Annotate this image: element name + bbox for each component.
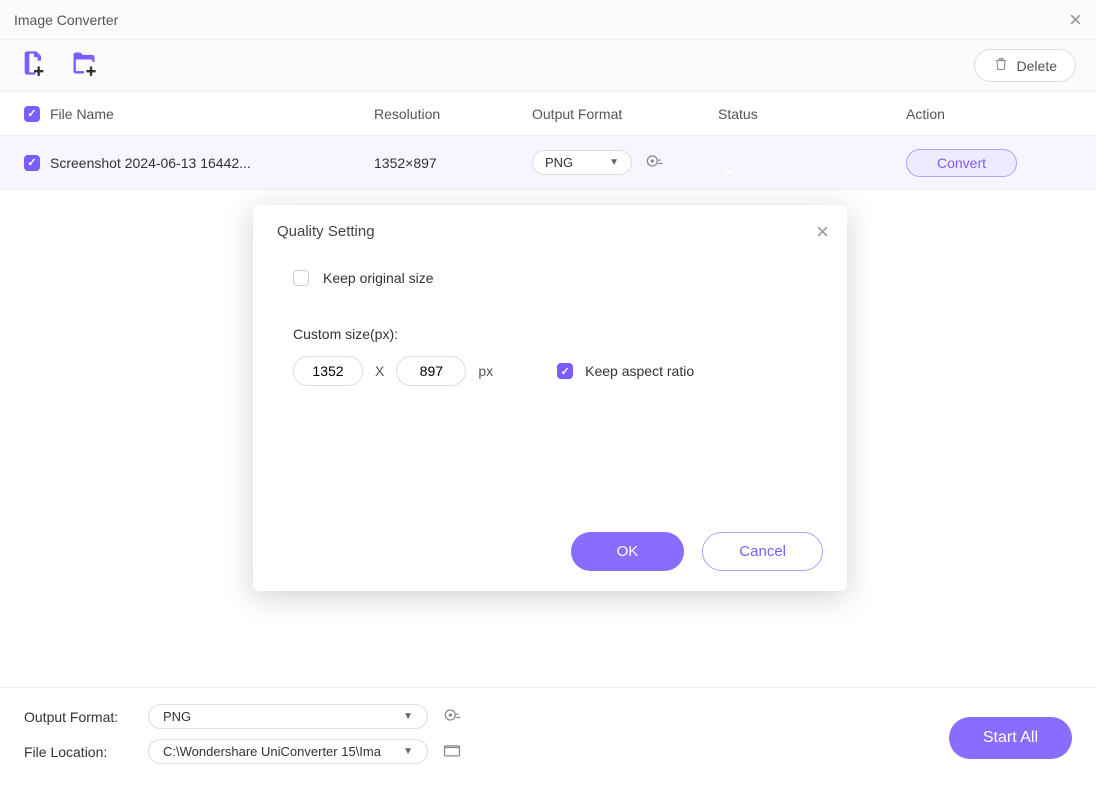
delete-button[interactable]: Delete xyxy=(974,49,1076,82)
keep-ratio-checkbox[interactable] xyxy=(557,363,573,379)
x-separator: X xyxy=(375,363,384,379)
output-format-select[interactable]: PNG ▼ xyxy=(148,704,428,729)
close-icon[interactable]: × xyxy=(1069,7,1082,33)
chevron-down-icon: ▼ xyxy=(403,746,413,757)
table-header: File Name Resolution Output Format Statu… xyxy=(0,92,1096,136)
trash-icon xyxy=(993,56,1009,75)
open-folder-icon[interactable] xyxy=(442,740,462,763)
add-folder-icon[interactable] xyxy=(70,49,98,82)
height-input[interactable] xyxy=(396,356,466,386)
convert-button[interactable]: Convert xyxy=(906,149,1017,177)
keep-original-label: Keep original size xyxy=(323,270,434,286)
row-checkbox[interactable] xyxy=(24,155,40,171)
file-location-value: C:\Wondershare UniConverter 15\Ima xyxy=(163,744,381,759)
chevron-down-icon: ▼ xyxy=(609,157,619,168)
footer: Output Format: PNG ▼ File Location: C:\W… xyxy=(0,687,1096,787)
table-row: Screenshot 2024-06-13 16442... 1352×897 … xyxy=(0,136,1096,190)
dialog-title: Quality Setting xyxy=(277,223,823,240)
footer-settings-icon[interactable] xyxy=(442,705,462,728)
start-all-button[interactable]: Start All xyxy=(949,717,1072,759)
row-filename: Screenshot 2024-06-13 16442... xyxy=(50,155,251,171)
dialog-close-icon[interactable]: × xyxy=(816,219,829,245)
delete-label: Delete xyxy=(1017,58,1057,74)
chevron-down-icon: ▼ xyxy=(403,711,413,722)
window-title: Image Converter xyxy=(14,12,118,28)
keep-ratio-label: Keep aspect ratio xyxy=(585,363,694,379)
row-settings-icon[interactable] xyxy=(644,151,664,174)
file-location-select[interactable]: C:\Wondershare UniConverter 15\Ima ▼ xyxy=(148,739,428,764)
width-input[interactable] xyxy=(293,356,363,386)
row-format-value: PNG xyxy=(545,155,573,170)
titlebar: Image Converter × xyxy=(0,0,1096,40)
toolbar: Delete xyxy=(0,40,1096,92)
output-format-value: PNG xyxy=(163,709,191,724)
col-status-label: Status xyxy=(718,106,906,122)
px-label: px xyxy=(478,363,493,379)
output-format-label: Output Format: xyxy=(24,709,134,725)
col-action-label: Action xyxy=(906,106,1072,122)
quality-setting-dialog: Quality Setting × Keep original size Cus… xyxy=(253,205,847,591)
file-location-label: File Location: xyxy=(24,744,134,760)
col-format-label: Output Format xyxy=(532,106,718,122)
ok-button[interactable]: OK xyxy=(571,532,685,571)
select-all-checkbox[interactable] xyxy=(24,106,40,122)
add-file-icon[interactable] xyxy=(20,49,48,82)
keep-original-checkbox[interactable] xyxy=(293,270,309,286)
col-resolution-label: Resolution xyxy=(374,106,532,122)
custom-size-label: Custom size(px): xyxy=(293,326,398,342)
row-format-select[interactable]: PNG ▼ xyxy=(532,150,632,175)
row-resolution: 1352×897 xyxy=(374,155,532,171)
col-file-label: File Name xyxy=(50,106,114,122)
cancel-button[interactable]: Cancel xyxy=(702,532,823,571)
